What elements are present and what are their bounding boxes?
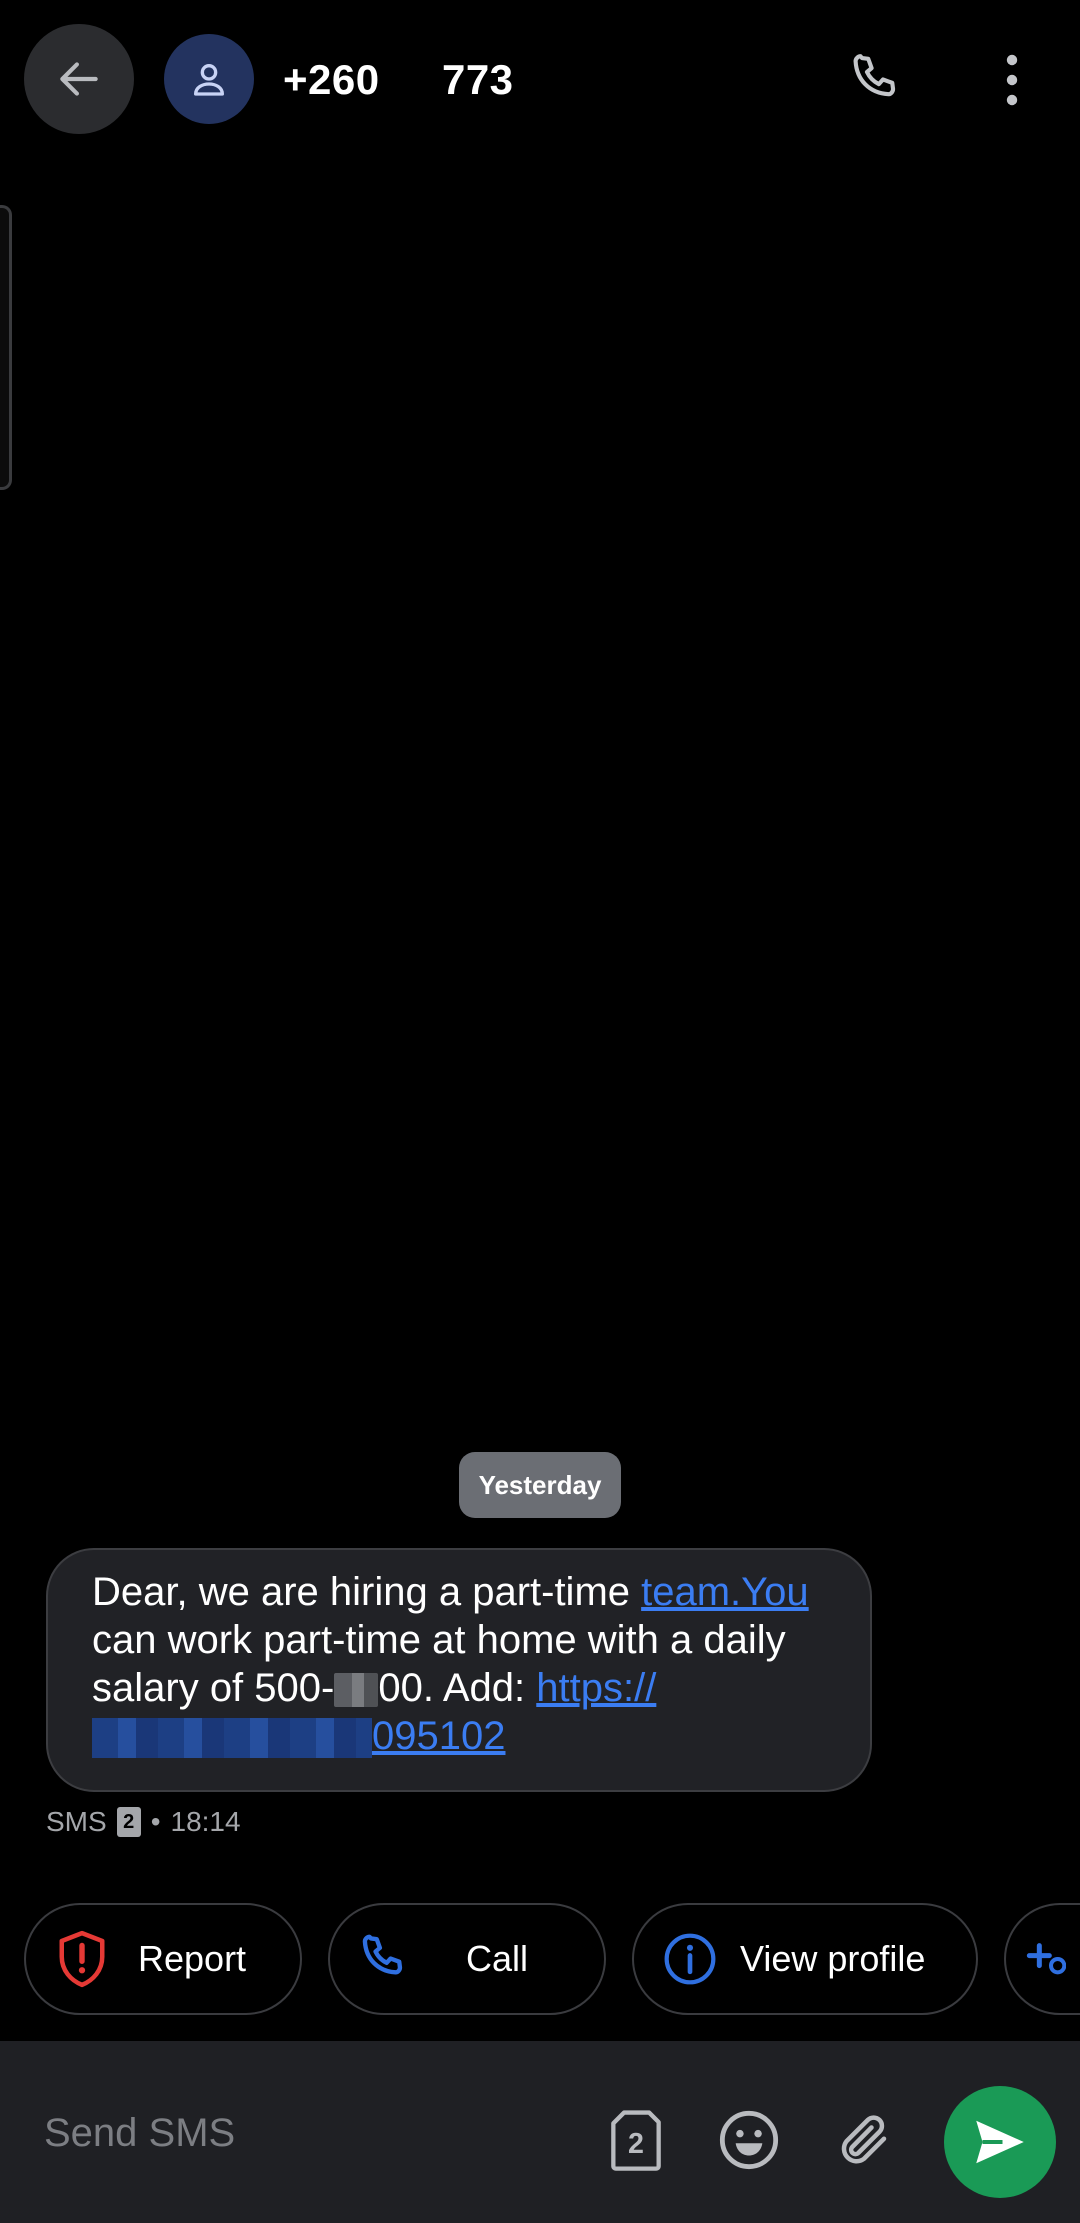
sms-input[interactable] [44, 2093, 564, 2173]
header-call-button[interactable] [836, 40, 916, 120]
sim-select-button[interactable]: 2 [601, 2105, 671, 2175]
emoji-icon [719, 2110, 779, 2170]
sim-2-icon: 2 [611, 2110, 661, 2171]
back-arrow-icon [60, 62, 98, 96]
app-header: +260 773 [0, 0, 1080, 160]
call-chip[interactable]: Call [328, 1903, 606, 2015]
message-link-team[interactable]: team.You [641, 1570, 809, 1614]
meta-separator: • [150, 1806, 161, 1837]
composer-bar: 2 [0, 2041, 1080, 2223]
view-profile-label: View profile [740, 1938, 926, 1979]
view-profile-chip[interactable]: View profile [632, 1903, 978, 2015]
report-label: Report [138, 1938, 247, 1979]
sim-2-badge-icon: 2 [116, 1807, 141, 1837]
attach-button[interactable] [829, 2105, 899, 2175]
more-vertical-icon [1006, 54, 1018, 106]
message-meta: SMS 2 • 18:14 [46, 1806, 241, 1838]
sim-number: 2 [628, 2128, 644, 2160]
channel-label: SMS [46, 1806, 107, 1837]
call-label: Call [466, 1938, 529, 1979]
add-contact-icon [1026, 1937, 1066, 1981]
phone-icon [354, 1930, 414, 1988]
contact-name[interactable]: +260 773 [283, 52, 514, 108]
scrollbar-handle[interactable] [0, 205, 12, 490]
contact-avatar[interactable] [164, 34, 254, 124]
redacted-link [92, 1718, 372, 1759]
message-text: Dear, we are hiring a part-time team.You… [92, 1570, 809, 1759]
attach-icon [841, 2115, 887, 2164]
more-options-button[interactable] [972, 40, 1052, 120]
send-icon [976, 2120, 1024, 2164]
conversation-screen: +260 773 Yesterday Dear, we are hiring a… [0, 0, 1080, 2223]
date-separator: Yesterday [459, 1452, 621, 1518]
add-contact-chip[interactable] [1004, 1903, 1080, 2015]
message-time: 18:14 [170, 1806, 241, 1837]
emoji-button[interactable] [714, 2105, 784, 2175]
redacted-text [334, 1673, 379, 1708]
contact-avatar-icon [194, 63, 224, 96]
suggestion-chips: Report Call View profile [0, 1903, 1080, 2017]
phone-call-icon [853, 54, 896, 97]
back-button[interactable] [24, 24, 134, 134]
send-button[interactable] [944, 2086, 1056, 2198]
shield-alert-icon [52, 1928, 112, 1990]
message-bubble[interactable]: Dear, we are hiring a part-time team.You… [46, 1548, 872, 1792]
report-chip[interactable]: Report [24, 1903, 302, 2015]
info-icon [660, 1931, 720, 1987]
